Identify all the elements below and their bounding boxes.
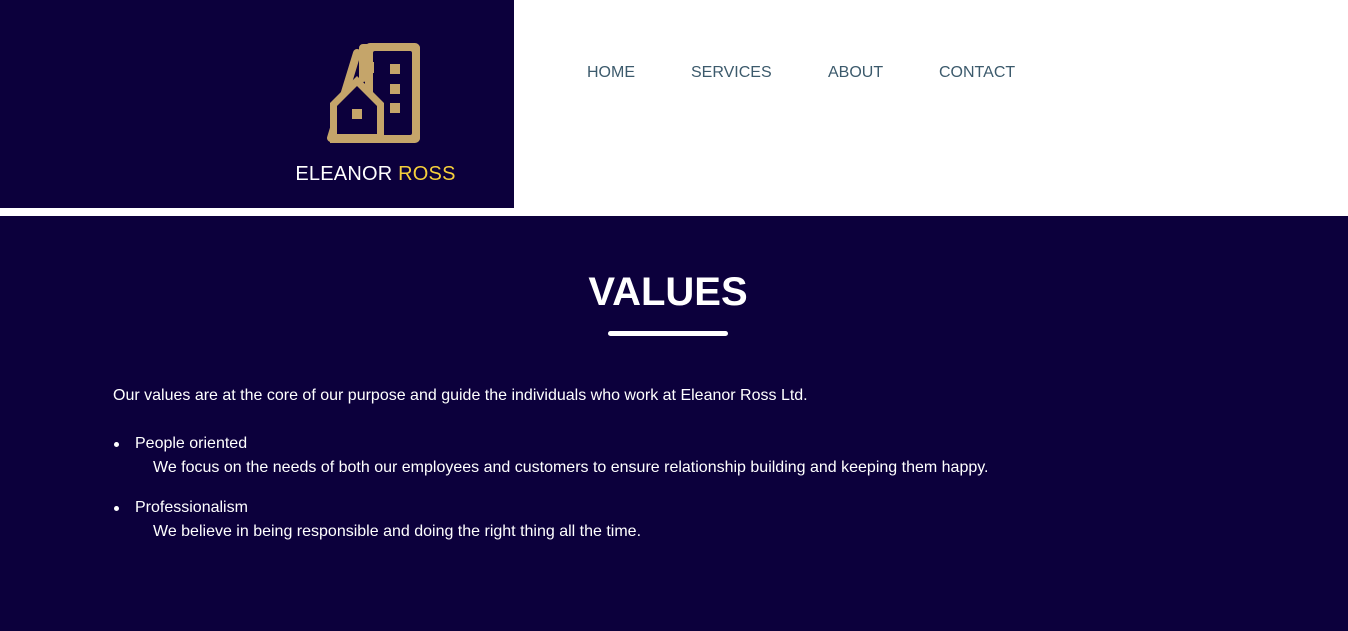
- brand-name: ELEANOR ROSS: [0, 163, 751, 186]
- section-title: VALUES: [588, 270, 748, 314]
- nav-item-services: SERVICES: [691, 64, 828, 82]
- nav-item-contact: CONTACT: [939, 64, 1015, 82]
- values-section: VALUES Our values are at the core of our…: [0, 216, 1348, 631]
- nav-list: HOME SERVICES ABOUT CONTACT: [587, 64, 1015, 82]
- list-item: Professionalism We believe in being resp…: [113, 499, 1213, 541]
- values-intro: Our values are at the core of our purpos…: [113, 387, 808, 404]
- brand-name-first: ELEANOR: [295, 163, 393, 185]
- values-list: People oriented We focus on the needs of…: [113, 435, 1213, 563]
- value-description: We focus on the needs of both our employ…: [153, 459, 989, 476]
- list-item: People oriented We focus on the needs of…: [113, 435, 1213, 477]
- bullet-icon: [114, 506, 119, 511]
- nav-item-about: ABOUT: [828, 64, 939, 82]
- bullet-icon: [114, 442, 119, 447]
- brand-panel: ELEANOR ROSS: [0, 0, 514, 208]
- value-description: We believe in being responsible and doin…: [153, 523, 642, 540]
- building-house-icon[interactable]: [326, 43, 422, 143]
- nav-link-about[interactable]: ABOUT: [828, 64, 939, 82]
- site-header: ELEANOR ROSS HOME SERVICES ABOUT CONTACT: [0, 0, 1348, 216]
- nav-link-home[interactable]: HOME: [587, 64, 691, 82]
- nav-item-home: HOME: [587, 64, 691, 82]
- nav-link-contact[interactable]: CONTACT: [939, 64, 1015, 82]
- value-name: People oriented: [135, 435, 248, 452]
- nav-link-services[interactable]: SERVICES: [691, 64, 828, 82]
- brand-name-last: ROSS: [398, 163, 456, 185]
- title-underline: [608, 331, 728, 336]
- value-name: Professionalism: [135, 499, 248, 516]
